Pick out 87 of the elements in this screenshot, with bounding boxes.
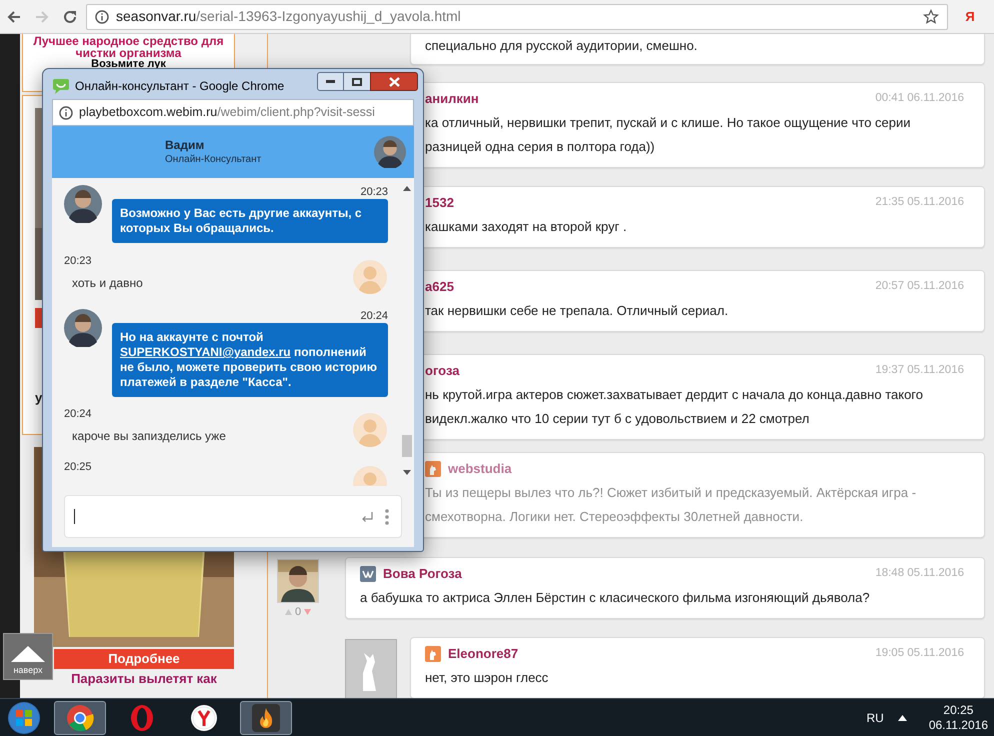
message-time: 20:25 (64, 460, 93, 474)
ad-caption: у (35, 389, 44, 407)
message-text: хоть и давно (71, 276, 144, 291)
comment-author[interactable]: Вова Рогоза (383, 564, 462, 584)
browser-circle-icon (190, 704, 218, 732)
comment-author[interactable]: огоза (425, 361, 460, 381)
url-text: playbetboxcom.webim.ru/webim/client.php?visit-sessi (79, 104, 375, 122)
comment-author[interactable]: анилкин (425, 89, 479, 109)
language-indicator[interactable]: RU (866, 708, 884, 726)
clock[interactable]: 20:25 06.11.2016 (928, 702, 988, 732)
visitor-avatar (353, 260, 387, 294)
comment-text: нет, это шэрон глесс (424, 669, 550, 687)
comment-author[interactable]: Eleonore87 (448, 644, 518, 664)
message-time: 20:23 (64, 254, 93, 268)
more-options-icon[interactable] (385, 508, 389, 524)
reload-icon (62, 8, 78, 24)
message-time: 20:24 (64, 407, 93, 421)
ad-title: Лучшее народное средство для чистки организма (32, 35, 225, 59)
operator-avatar (374, 136, 406, 168)
comment-time: 00:41 06.11.2016 (875, 91, 965, 106)
operator-role: Онлайн-Консультант (165, 153, 262, 166)
text-cursor (74, 509, 75, 524)
comment-time: 20:57 05.11.2016 (875, 279, 965, 294)
default-avatar (345, 639, 397, 698)
ad-title: Паразиты вылетят как (70, 671, 218, 686)
more-button[interactable]: Подробнее (54, 649, 234, 669)
arrow-up-icon (11, 644, 45, 662)
message-bubble: Но на аккаунте с почтой SUPERKOSTYANI@yandex.ru пополнений не было, можете проверить свою историю платежей в разделе "Касса". (112, 323, 388, 397)
comment-time: 18:48 05.11.2016 (875, 566, 965, 582)
back-to-top-button[interactable]: наверх (3, 633, 53, 680)
maximize-icon (352, 78, 362, 86)
vote-count: 0 (294, 606, 302, 618)
comment-author[interactable]: 1532 (425, 193, 454, 213)
bookmark-star-icon[interactable] (923, 8, 939, 24)
taskbar-app-button[interactable] (54, 700, 106, 734)
social-network-icon (360, 566, 376, 582)
close-icon (388, 76, 400, 86)
minimize-icon (326, 80, 335, 83)
message-time: 20:24 (359, 309, 388, 323)
arrow-left-icon (6, 8, 22, 24)
comment-time: 19:37 05.11.2016 (875, 363, 965, 378)
user-avatar (277, 559, 319, 603)
address-bar[interactable]: playbetboxcom.webim.ru/webim/client.php?visit-sessi (52, 99, 414, 126)
info-icon[interactable] (95, 10, 109, 24)
comment-text: Ты из пещеры вылез что ль?! Сюжет избитый и предсказуемый. Актёрская игра - (424, 484, 918, 502)
tray-expand-icon[interactable] (898, 714, 907, 720)
info-icon[interactable] (59, 106, 73, 120)
extension-button[interactable]: Я (956, 4, 984, 30)
operator-avatar (64, 309, 102, 347)
browser-circle-icon (66, 704, 94, 732)
comment-text: кашками заходят на второй круг . (424, 218, 628, 236)
chat-bubble-icon (52, 78, 70, 94)
window-title: Онлайн-консультант - Google Chrome (75, 78, 284, 95)
comment-text: специально для русской аудитории, смешно. (424, 37, 698, 55)
url-text: seasonvar.ru/serial-13963-Izgonyayushij_d_yavola.html (116, 7, 461, 26)
arrow-right-icon (34, 8, 50, 24)
comment-text: так нервишки себе не трепала. Отличный сериал. (424, 302, 730, 320)
comment-time: 21:35 05.11.2016 (875, 195, 965, 210)
visitor-avatar (353, 413, 387, 447)
ad-subtitle: Возьмите лук (91, 59, 166, 70)
scroll-down-icon[interactable] (403, 470, 411, 475)
scroll-up-icon[interactable] (403, 186, 411, 191)
comment-text: видекл.жалко что 10 серии тут б с удовольствием и 22 смотрел (424, 410, 810, 428)
scrollbar-thumb[interactable] (402, 435, 412, 457)
message-time: 20:23 (359, 185, 388, 199)
operator-name: Вадим (165, 138, 206, 153)
comment-author[interactable]: а625 (425, 277, 454, 297)
social-network-icon (425, 646, 441, 662)
comment-text: ка отличный, нервишки трепит, пускай и с клише. Но такое ощущение что серии (424, 114, 912, 132)
flame-icon (252, 704, 280, 732)
maximize-button[interactable] (344, 72, 370, 91)
address-bar[interactable]: seasonvar.ru/serial-13963-Izgonyayushij_d_yavola.html (86, 4, 948, 30)
message-bubble: Возможно у Вас есть другие аккаунты, с которых Вы обращались. (112, 199, 388, 243)
operator-avatar (64, 185, 102, 223)
message-input[interactable] (64, 495, 402, 538)
comment-text: разницей одна серия в полтора года)) (424, 138, 656, 156)
message-text: кароче вы запизделись уже (71, 429, 227, 444)
minimize-button[interactable] (317, 72, 344, 91)
comment-text: смехотворна. Логики нет. Стереоэффекты 30летней давности. (424, 508, 804, 526)
comment-time: 19:05 05.11.2016 (875, 646, 965, 662)
social-network-icon (425, 461, 441, 477)
comment-text: нь крутой.игра актеров сюжет.захватывает дердит с начала до конца.давно такого (424, 386, 924, 404)
enter-icon[interactable] (361, 510, 373, 522)
ring-icon (128, 704, 156, 732)
close-button[interactable] (370, 72, 418, 91)
comment-text: а бабушка то актриса Эллен Бёрстин с класического фильма изгоняющий дьявола? (359, 589, 871, 607)
email-link[interactable]: SUPERKOSTYANI@yandex.ru (120, 345, 291, 359)
